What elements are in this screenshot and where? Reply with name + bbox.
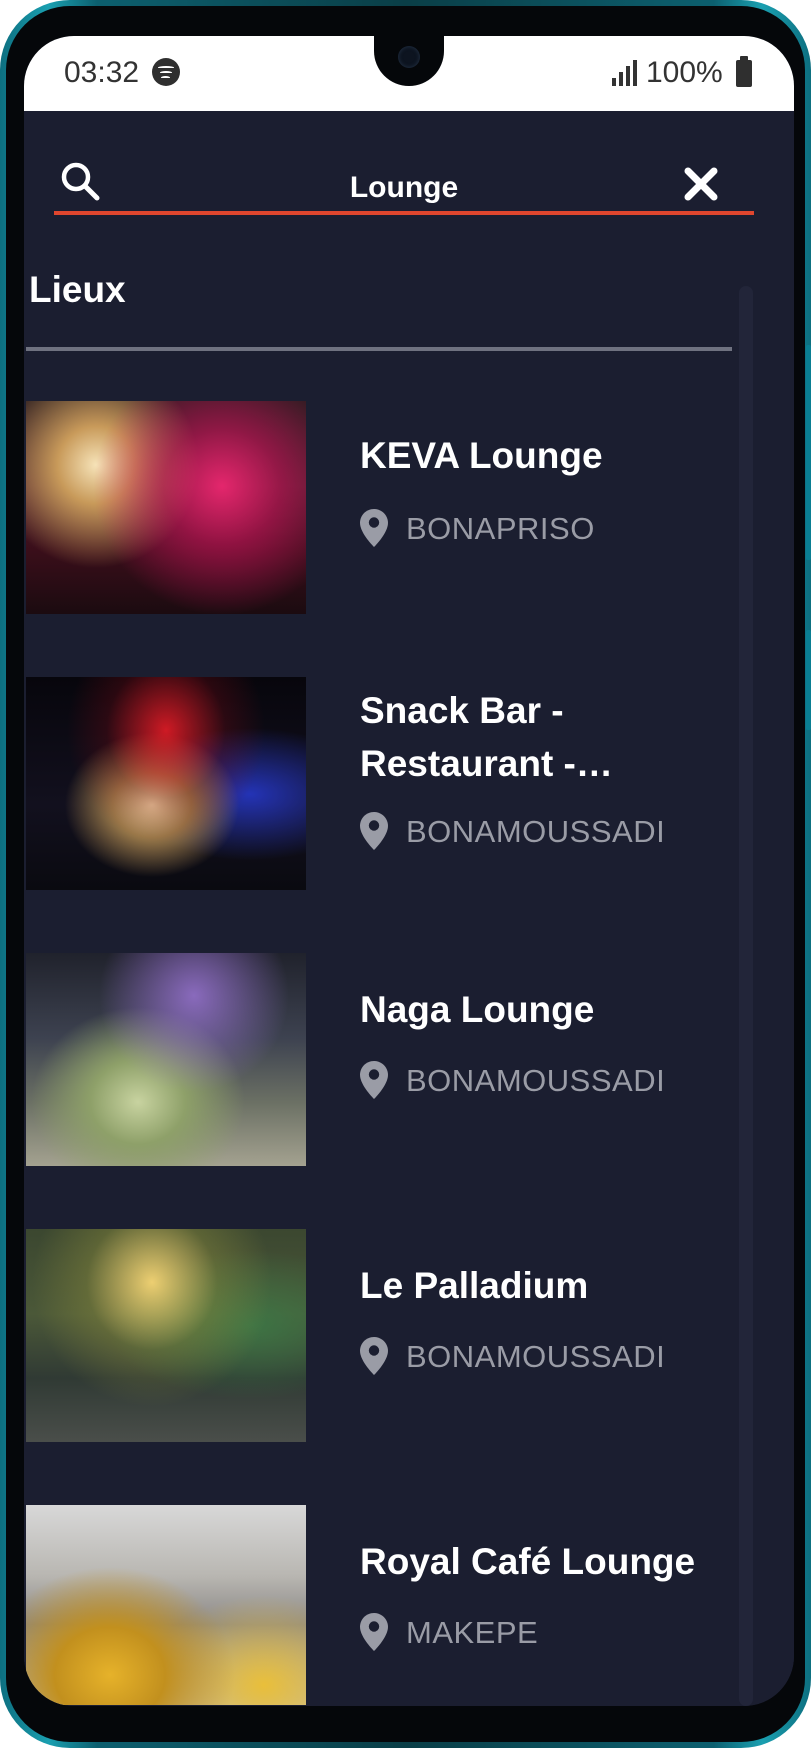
phone-bezel: 03:32 100% Lounge Lieux KEVA Lounge BONA…: [6, 6, 805, 1742]
venue-photo: [26, 401, 306, 614]
signal-icon: [612, 60, 637, 86]
battery-icon: [736, 56, 752, 87]
list-item[interactable]: Royal Café Lounge MAKEPE: [26, 1505, 736, 1706]
search-input[interactable]: Lounge: [54, 171, 754, 205]
venue-location-text: MAKEPE: [406, 1615, 539, 1650]
venue-photo: [26, 677, 306, 890]
list-item[interactable]: Snack Bar - Restaurant -… BONAMOUSSADI: [26, 677, 736, 892]
search-underline: [54, 211, 754, 215]
location-pin-icon: [360, 1613, 388, 1651]
venue-location-text: BONAMOUSSADI: [406, 814, 666, 849]
phone-frame: 03:32 100% Lounge Lieux KEVA Lounge BONA…: [0, 0, 811, 1748]
venue-photo: [26, 953, 306, 1166]
venue-name: Naga Lounge: [360, 989, 595, 1030]
search-bar[interactable]: Lounge: [54, 161, 754, 215]
venue-name: Snack Bar - Restaurant -…: [360, 690, 613, 784]
screen: 03:32 100% Lounge Lieux KEVA Lounge BONA…: [24, 36, 794, 1706]
venue-location-text: BONAPRISO: [406, 511, 595, 546]
list-item[interactable]: KEVA Lounge BONAPRISO: [26, 401, 736, 616]
camera-notch: [374, 36, 444, 86]
status-time: 03:32: [64, 56, 140, 89]
section-divider: [26, 347, 732, 351]
location-pin-icon: [360, 1337, 388, 1375]
status-bar: 03:32 100%: [24, 36, 794, 111]
power-button: [806, 630, 811, 730]
search-screen: Lounge Lieux KEVA Lounge BONAPRISO Snack…: [24, 111, 794, 1706]
venue-photo: [26, 1505, 306, 1705]
close-icon[interactable]: [682, 165, 720, 203]
front-camera: [398, 46, 420, 68]
list-item[interactable]: Le Palladium BONAMOUSSADI: [26, 1229, 736, 1444]
list-item[interactable]: Naga Lounge BONAMOUSSADI: [26, 953, 736, 1168]
venue-photo: [26, 1229, 306, 1442]
location-pin-icon: [360, 1061, 388, 1099]
spotify-icon: [152, 58, 180, 86]
location-pin-icon: [360, 509, 388, 547]
volume-button: [806, 345, 811, 560]
venue-name: KEVA Lounge: [360, 435, 603, 476]
battery-percent: 100%: [646, 56, 723, 89]
location-pin-icon: [360, 812, 388, 850]
scrollbar[interactable]: [739, 286, 753, 1706]
venue-name: Royal Café Lounge: [360, 1541, 696, 1582]
venue-name: Le Palladium: [360, 1265, 589, 1306]
venue-location-text: BONAMOUSSADI: [406, 1063, 666, 1098]
section-title: Lieux: [29, 269, 126, 310]
venue-location-text: BONAMOUSSADI: [406, 1339, 666, 1374]
